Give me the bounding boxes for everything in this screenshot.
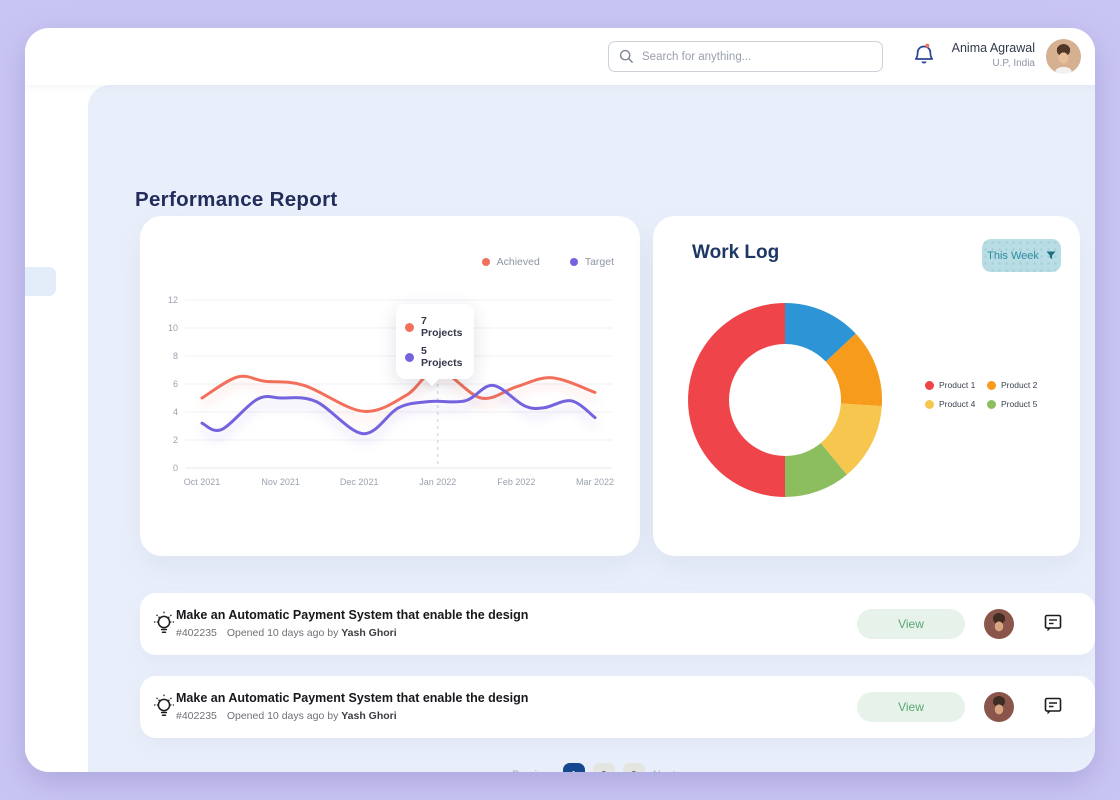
user-name: Anima Agrawal [930,41,1035,55]
search-box[interactable] [608,41,883,72]
user-location: U.P, India [930,58,1035,69]
previous-button[interactable]: Previous [512,769,555,772]
chart-tooltip: 7 Projects 5 Projects [396,304,474,379]
svg-text:2: 2 [173,435,178,445]
product-1-dot-icon [925,381,934,390]
product-4-dot-icon [925,400,934,409]
task-author: Yash Ghori [341,627,396,639]
product-5-dot-icon [987,400,996,409]
tooltip-row: 5 Projects [405,342,465,372]
achieved-dot-icon [405,323,414,332]
tooltip-value: 5 Projects [421,345,465,369]
target-dot-icon [405,353,414,362]
legend-item-product-4[interactable]: Product 4 [925,399,987,409]
svg-text:8: 8 [173,351,178,361]
performance-chart-card: 0 2 4 6 8 10 12 Oct 2021 Nov 2021 Dec 2021 Jan 202… [140,216,640,556]
legend-label: Product 4 [939,399,975,409]
task-meta: #402235 Opened 10 days ago by Yash Ghori [176,627,397,639]
sidebar-active-indicator[interactable] [25,267,56,296]
svg-text:10: 10 [168,323,178,333]
product-2-dot-icon [987,381,996,390]
page-button-1[interactable]: 1 [563,763,585,772]
legend-label: Target [585,256,614,268]
task-author: Yash Ghori [341,710,396,722]
assignee-avatar[interactable] [984,609,1014,639]
task-row[interactable]: Make an Automatic Payment System that en… [140,676,1095,738]
svg-text:4: 4 [173,407,178,417]
achieved-dot-icon [482,258,490,266]
comment-button[interactable] [1044,697,1062,721]
task-opened: Opened 10 days ago by [227,627,339,639]
svg-text:Jan 2022: Jan 2022 [419,477,456,487]
svg-text:Feb 2022: Feb 2022 [497,477,535,487]
lightbulb-icon [151,610,177,638]
page-button-2[interactable]: 2 [593,763,615,772]
svg-text:Mar 2022: Mar 2022 [576,477,614,487]
legend-label: Achieved [497,256,540,268]
svg-text:0: 0 [173,463,178,473]
task-id: #402235 [176,627,217,639]
user-avatar[interactable] [1046,39,1081,74]
line-chart-legend: Achieved Target [482,256,614,268]
assignee-avatar[interactable] [984,692,1014,722]
legend-item-product-2[interactable]: Product 2 [987,380,1049,390]
donut-legend: Product 1 Product 2 Product 4 Product 5 [925,380,1049,409]
task-row[interactable]: Make an Automatic Payment System that en… [140,593,1095,655]
work-log-card: Work Log This Week Product 1 Product 2 P… [653,216,1080,556]
lightbulb-icon [151,693,177,721]
user-block[interactable]: Anima Agrawal U.P, India [930,41,1035,69]
svg-text:Nov 2021: Nov 2021 [261,477,300,487]
task-opened: Opened 10 days ago by [227,710,339,722]
task-title: Make an Automatic Payment System that en… [176,608,528,622]
task-id: #402235 [176,710,217,722]
svg-text:6: 6 [173,379,178,389]
page-title: Performance Report [135,188,337,212]
task-meta: #402235 Opened 10 days ago by Yash Ghori [176,710,397,722]
search-icon [619,49,634,64]
target-dot-icon [570,258,578,266]
page-button-3[interactable]: 3 [623,763,645,772]
task-title: Make an Automatic Payment System that en… [176,691,528,705]
svg-text:12: 12 [168,295,178,305]
legend-label: Product 2 [1001,380,1037,390]
pagination: Previous 1 2 3 Next [512,763,675,772]
legend-item-product-1[interactable]: Product 1 [925,380,987,390]
sidebar [25,85,88,772]
comment-icon [1044,614,1062,633]
view-button[interactable]: View [857,692,965,722]
view-button[interactable]: View [857,609,965,639]
legend-item-product-5[interactable]: Product 5 [987,399,1049,409]
svg-text:Oct 2021: Oct 2021 [184,477,221,487]
comment-icon [1044,697,1062,716]
tooltip-row: 7 Projects [405,312,465,342]
svg-text:Dec 2021: Dec 2021 [340,477,379,487]
legend-item-target[interactable]: Target [570,256,614,268]
tooltip-value: 7 Projects [421,315,465,339]
legend-item-achieved[interactable]: Achieved [482,256,540,268]
legend-label: Product 1 [939,380,975,390]
next-button[interactable]: Next [653,769,676,772]
app-window: Anima Agrawal U.P, India Performance Rep… [25,28,1095,772]
top-bar: Anima Agrawal U.P, India [25,28,1095,85]
comment-button[interactable] [1044,614,1062,638]
search-input[interactable] [642,51,872,63]
legend-label: Product 5 [1001,399,1037,409]
